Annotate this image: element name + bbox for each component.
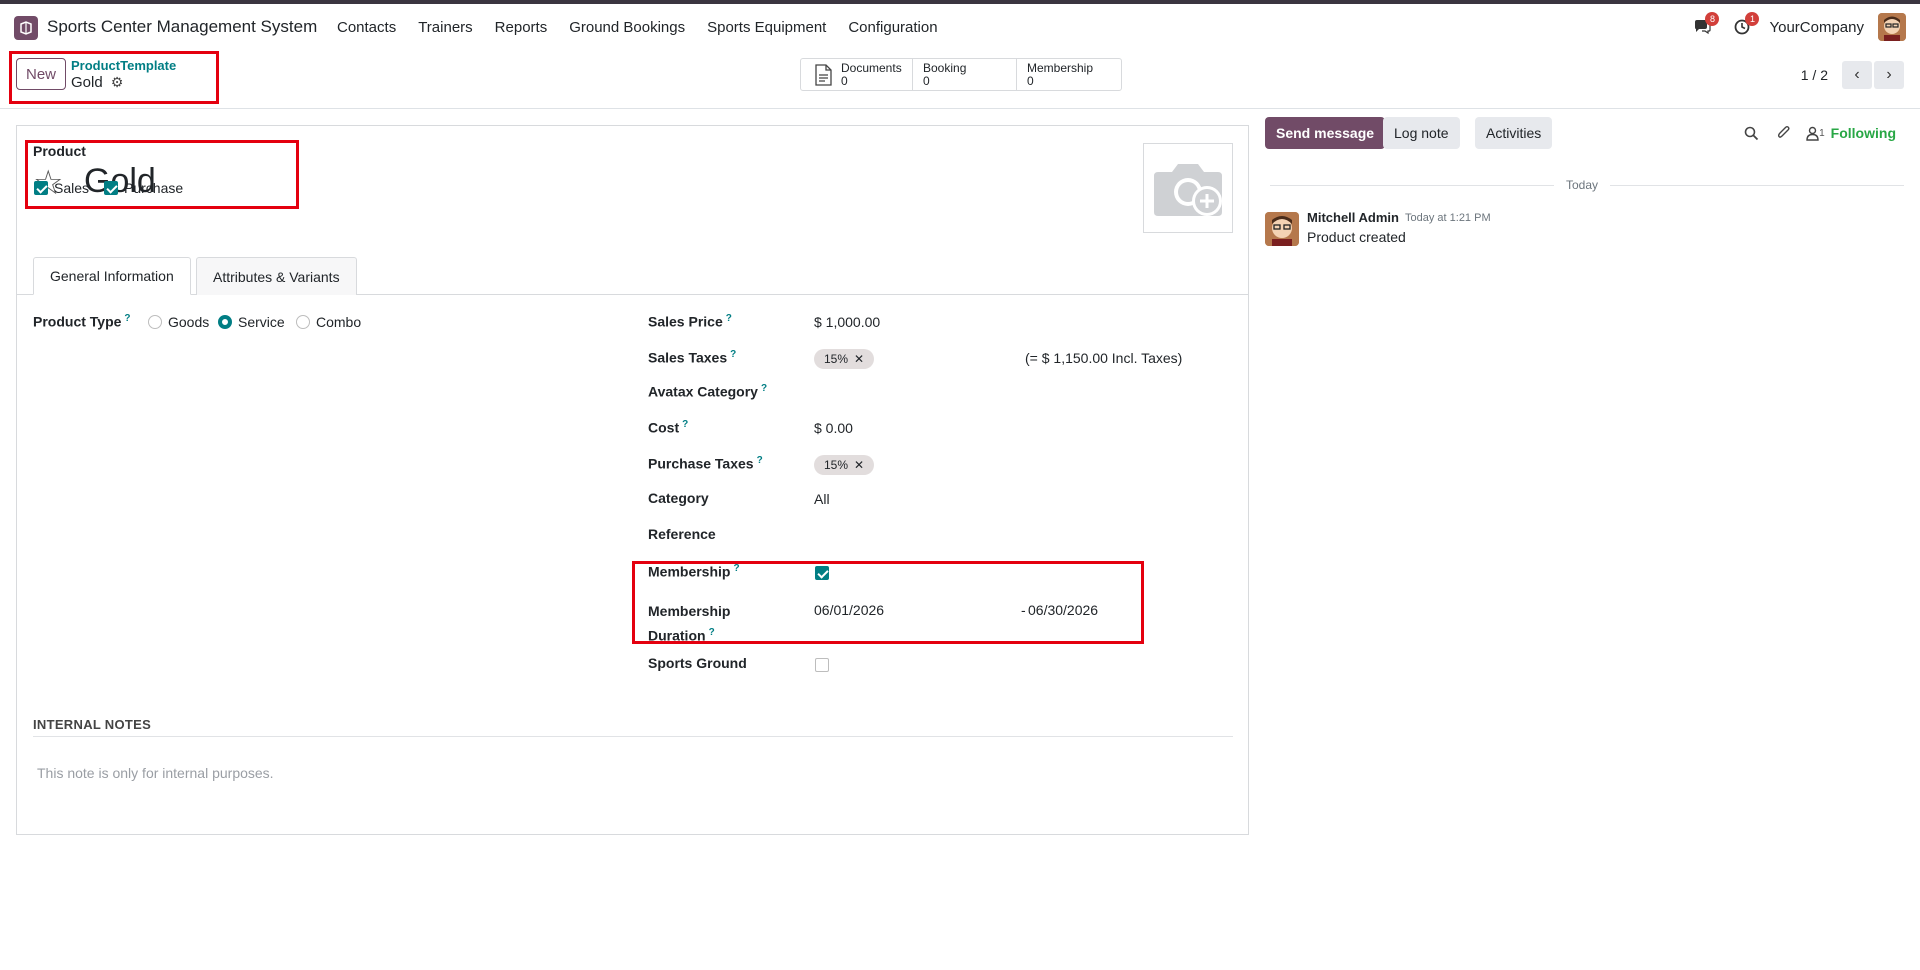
chatter: Send message Log note Activities 1 Follo… xyxy=(1264,117,1904,917)
form-sheet: Product ☆ Gold Sales Purchase General In… xyxy=(16,125,1249,835)
remove-tag-icon[interactable]: ✕ xyxy=(854,352,864,366)
product-type-combo-radio[interactable] xyxy=(296,315,310,329)
sales-price-label: Sales Price? xyxy=(648,313,732,330)
help-icon[interactable]: ? xyxy=(761,383,767,394)
smart-buttons: Documents 0 Booking 0 Membership 0 xyxy=(800,58,1122,91)
document-icon xyxy=(815,63,832,86)
nav-menu-sports-equipment[interactable]: Sports Equipment xyxy=(707,19,826,36)
sales-taxes-included: (= $ 1,150.00 Incl. Taxes) xyxy=(1025,350,1183,366)
log-note-button[interactable]: Log note xyxy=(1383,117,1460,149)
membership-smart-count: 0 xyxy=(1027,73,1034,88)
category-field[interactable]: All xyxy=(814,491,830,507)
message-author[interactable]: Mitchell Admin xyxy=(1307,210,1399,225)
message-body: Product created xyxy=(1307,229,1406,245)
date-separator-label: Today xyxy=(1554,178,1611,192)
product-image-upload[interactable] xyxy=(1143,143,1233,233)
cost-label-text: Cost xyxy=(648,419,680,436)
user-avatar[interactable] xyxy=(1878,13,1906,41)
purchase-tax-tag[interactable]: 15% ✕ xyxy=(814,455,875,475)
activities-clock-icon[interactable]: 1 xyxy=(1729,12,1760,40)
cost-label: Cost? xyxy=(648,419,688,436)
internal-notes-input[interactable]: This note is only for internal purposes. xyxy=(37,765,274,781)
product-type-service-label: Service xyxy=(238,314,285,330)
activities-badge: 1 xyxy=(1745,12,1760,26)
followers-icon[interactable]: 1 xyxy=(1806,124,1825,142)
help-icon[interactable]: ? xyxy=(757,455,763,466)
following-button[interactable]: Following xyxy=(1831,125,1896,141)
followers-count: 1 xyxy=(1819,127,1825,139)
avatax-category-label: Avatax Category? xyxy=(648,383,767,400)
purchase-taxes-label-text: Purchase Taxes xyxy=(648,455,754,472)
paperclip-icon[interactable] xyxy=(1774,124,1792,142)
message-author-avatar[interactable] xyxy=(1265,212,1299,246)
company-switcher[interactable]: YourCompany xyxy=(1769,19,1864,36)
cost-field[interactable]: $ 0.00 xyxy=(814,420,853,436)
nav-menu-configuration[interactable]: Configuration xyxy=(848,19,937,36)
product-type-combo-label: Combo xyxy=(316,314,362,330)
internal-notes-title: INTERNAL NOTES xyxy=(33,717,152,732)
avatax-category-label-text: Avatax Category xyxy=(648,383,758,400)
help-icon[interactable]: ? xyxy=(682,419,688,430)
help-icon[interactable]: ? xyxy=(124,313,130,324)
form-tabs: General Information Attributes & Variant… xyxy=(17,257,1248,295)
category-label: Category xyxy=(648,490,709,506)
navbar-systray: 8 1 YourCompany xyxy=(1689,12,1906,42)
membership-smart-label: Membership xyxy=(1027,60,1094,75)
product-type-label: Product Type? xyxy=(33,313,131,330)
search-icon[interactable] xyxy=(1742,124,1760,142)
messages-badge: 8 xyxy=(1705,12,1720,26)
sports-ground-checkbox[interactable] xyxy=(815,658,829,672)
reference-label: Reference xyxy=(648,526,716,542)
product-type-service-radio[interactable] xyxy=(218,315,232,329)
membership-smart-button[interactable]: Membership 0 xyxy=(1017,59,1121,90)
nav-menu-trainers[interactable]: Trainers xyxy=(418,19,472,36)
app-name[interactable]: Sports Center Management System xyxy=(47,17,317,37)
booking-count: 0 xyxy=(923,73,930,88)
documents-label: Documents xyxy=(841,60,902,75)
pager-next-icon[interactable]: › xyxy=(1874,61,1904,89)
product-type-goods-radio[interactable] xyxy=(148,315,162,329)
product-type-label-text: Product Type xyxy=(33,313,122,330)
pager: 1 / 2 ‹ › xyxy=(1801,61,1904,89)
internal-notes-divider xyxy=(33,736,1233,737)
help-icon[interactable]: ? xyxy=(726,313,732,324)
booking-label: Booking xyxy=(923,60,967,75)
sales-price-field[interactable]: $ 1,000.00 xyxy=(814,314,880,330)
sales-taxes-label-text: Sales Taxes xyxy=(648,349,728,366)
nav-menu-reports[interactable]: Reports xyxy=(495,19,548,36)
messages-icon[interactable]: 8 xyxy=(1689,12,1720,40)
sales-taxes-label: Sales Taxes? xyxy=(648,349,736,366)
chatter-tools: 1 Following xyxy=(1728,124,1896,142)
purchase-tax-tag-label: 15% xyxy=(824,458,849,472)
control-panel: New ProductTemplate Gold ⚙ Documents 0 B… xyxy=(0,49,1920,109)
nav-menu-ground-bookings[interactable]: Ground Bookings xyxy=(569,19,685,36)
documents-smart-button[interactable]: Documents 0 xyxy=(801,59,913,90)
nav-menu: Contacts Trainers Reports Ground Booking… xyxy=(337,19,960,36)
help-icon[interactable]: ? xyxy=(730,349,736,360)
sports-ground-label: Sports Ground xyxy=(648,655,747,671)
tab-general-information[interactable]: General Information xyxy=(33,257,191,295)
sales-price-label-text: Sales Price xyxy=(648,313,723,330)
highlight-box-breadcrumb xyxy=(9,51,219,104)
booking-smart-button[interactable]: Booking 0 xyxy=(913,59,1017,90)
nav-menu-contacts[interactable]: Contacts xyxy=(337,19,396,36)
camera-add-icon xyxy=(1154,164,1222,216)
highlight-box-product-name xyxy=(25,140,299,209)
sales-tax-tag-label: 15% xyxy=(824,352,849,366)
product-type-goods-label: Goods xyxy=(168,314,210,330)
highlight-box-membership xyxy=(632,561,1144,644)
documents-count: 0 xyxy=(841,73,848,88)
app-logo-icon[interactable] xyxy=(14,16,38,40)
pager-value[interactable]: 1 / 2 xyxy=(1801,67,1828,83)
remove-tag-icon[interactable]: ✕ xyxy=(854,458,864,472)
tab-attributes-variants[interactable]: Attributes & Variants xyxy=(196,257,357,295)
activities-button[interactable]: Activities xyxy=(1475,117,1553,149)
pager-previous-icon[interactable]: ‹ xyxy=(1842,61,1872,89)
sales-tax-tag[interactable]: 15% ✕ xyxy=(814,349,875,369)
message-time: Today at 1:21 PM xyxy=(1405,212,1491,224)
purchase-taxes-label: Purchase Taxes? xyxy=(648,455,763,472)
main-navbar: Sports Center Management System Contacts… xyxy=(0,4,1920,49)
send-message-button[interactable]: Send message xyxy=(1265,117,1386,149)
